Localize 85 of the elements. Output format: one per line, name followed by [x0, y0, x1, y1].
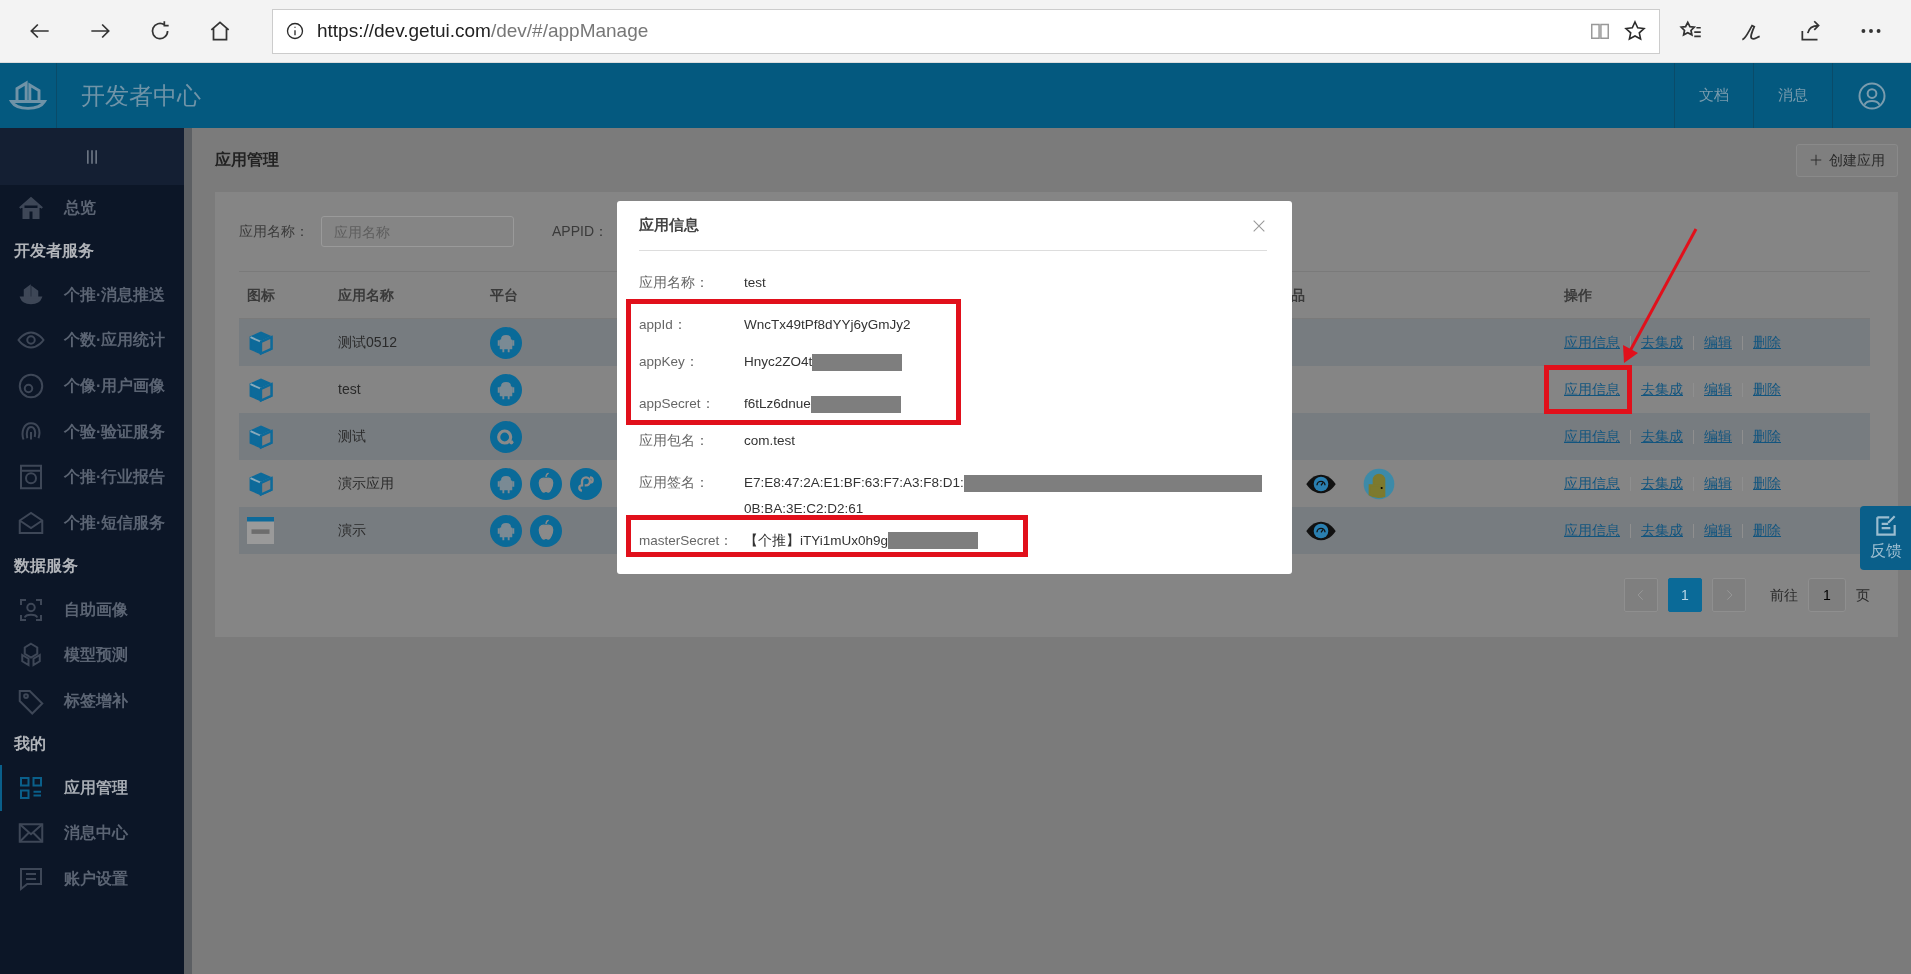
app-name: 测试0512 — [338, 333, 398, 352]
plus-icon — [1809, 153, 1823, 167]
address-bar[interactable]: https://dev.getui.com/dev/#/appManage — [272, 8, 1660, 54]
page-unit: 页 — [1856, 585, 1870, 605]
field-label: 应用签名： — [639, 474, 710, 492]
field-value: E7:E8:47:2A:E1:BF:63:F7:A3:F8:D1: — [744, 474, 964, 492]
sidebar-item[interactable]: 账户设置 — [0, 856, 184, 902]
info-icon — [285, 21, 305, 41]
page-field[interactable]: 1 — [1808, 578, 1846, 612]
dialog-title: 应用信息 — [639, 215, 699, 236]
field-value: com.test — [744, 432, 795, 450]
column-header: 平台 — [490, 285, 518, 305]
action-link[interactable]: 去集成 — [1641, 332, 1683, 353]
field-label: appId： — [639, 316, 688, 334]
sidebar-item[interactable]: 个数·应用统计 — [0, 317, 184, 364]
android-icon — [490, 467, 522, 500]
action-link[interactable]: 删除 — [1753, 520, 1781, 541]
sidebar-item[interactable]: 个推·行业报告 — [0, 454, 184, 501]
app-name: 演示应用 — [338, 474, 394, 493]
action-link[interactable]: 删除 — [1753, 332, 1781, 353]
create-app-button[interactable]: 创建应用 — [1796, 143, 1898, 177]
column-header: 应用名称 — [338, 285, 394, 305]
action-link[interactable]: 编辑 — [1704, 520, 1732, 541]
page-title: 应用管理 — [215, 150, 279, 170]
sidebar-item[interactable]: 个像·用户画像 — [0, 363, 184, 409]
column-header: 图标 — [247, 285, 275, 305]
action-link[interactable]: 应用信息 — [1564, 426, 1620, 447]
link-icon — [570, 467, 602, 500]
apple-icon — [530, 514, 562, 547]
android-icon — [490, 326, 522, 359]
action-link[interactable]: 删除 — [1753, 426, 1781, 447]
action-link[interactable]: 应用信息 — [1564, 332, 1620, 353]
sidebar-item[interactable]: 总览 — [0, 185, 184, 231]
android-icon — [490, 514, 522, 547]
field-label: appKey： — [639, 353, 700, 371]
sidebar-item[interactable]: 模型预测 — [0, 632, 184, 679]
app-title: 开发者中心 — [81, 80, 201, 111]
action-link[interactable]: 应用信息 — [1564, 379, 1620, 400]
action-link[interactable]: 去集成 — [1641, 473, 1683, 494]
quick-app-icon — [490, 420, 522, 453]
action-link[interactable]: 应用信息 — [1564, 473, 1620, 494]
action-link[interactable]: 去集成 — [1641, 379, 1683, 400]
url-text: https://dev.getui.com/dev/#/appManage — [317, 18, 649, 43]
app-name: 演示 — [338, 521, 366, 540]
field-value: f6tLz6dnue — [744, 395, 811, 413]
field-value: test — [744, 274, 766, 292]
field-value: Hnyc2ZO4t — [744, 353, 813, 371]
action-link[interactable]: 去集成 — [1641, 426, 1683, 447]
action-link[interactable]: 编辑 — [1704, 426, 1732, 447]
apple-icon — [530, 467, 562, 500]
action-link[interactable]: 编辑 — [1704, 379, 1732, 400]
feedback-button[interactable]: 反馈 — [1860, 506, 1911, 570]
goto-label: 前往 — [1770, 585, 1798, 605]
section-title: 开发者服务 — [13, 241, 95, 262]
action-link[interactable]: 删除 — [1753, 473, 1781, 494]
field-value: 0B:BA:3E:C2:D2:61 — [744, 500, 864, 519]
user-icon[interactable] — [1857, 80, 1887, 111]
app-name: 测试 — [338, 427, 366, 446]
field-value: WncTx49tPf8dYYj6yGmJy2 — [744, 316, 911, 334]
column-header: 操作 — [1564, 285, 1592, 305]
app-name: test — [338, 380, 361, 399]
filter-label: APPID： — [552, 222, 608, 241]
sidebar-item[interactable]: 个验·验证服务 — [0, 408, 184, 455]
sidebar-item[interactable]: 消息中心 — [0, 810, 184, 857]
field-label: 应用包名： — [639, 432, 710, 450]
field-label: 应用名称： — [639, 274, 710, 292]
action-link[interactable]: 应用信息 — [1564, 520, 1620, 541]
section-title: 数据服务 — [13, 556, 79, 577]
action-link[interactable]: 去集成 — [1641, 520, 1683, 541]
field-value: 【个推】iTYi1mUx0h9g — [744, 531, 889, 550]
action-link[interactable]: 编辑 — [1704, 332, 1732, 353]
action-link[interactable]: 编辑 — [1704, 473, 1732, 494]
sidebar-item[interactable]: 个推·短信服务 — [0, 500, 184, 546]
filter-label: 应用名称： — [239, 222, 309, 241]
field-label: masterSecret： — [639, 531, 735, 550]
field-label: appSecret： — [639, 395, 716, 413]
page-button[interactable]: 1 — [1668, 578, 1702, 612]
section-title: 我的 — [13, 734, 47, 755]
sidebar-item[interactable]: 标签增补 — [0, 678, 184, 724]
action-link[interactable]: 删除 — [1753, 379, 1781, 400]
star-icon[interactable] — [1623, 19, 1647, 43]
sidebar-item[interactable]: 个推·消息推送 — [0, 271, 184, 318]
sidebar-item[interactable]: 自助画像 — [0, 586, 184, 633]
android-icon — [490, 373, 522, 406]
sidebar-item[interactable]: 应用管理 — [0, 764, 184, 811]
